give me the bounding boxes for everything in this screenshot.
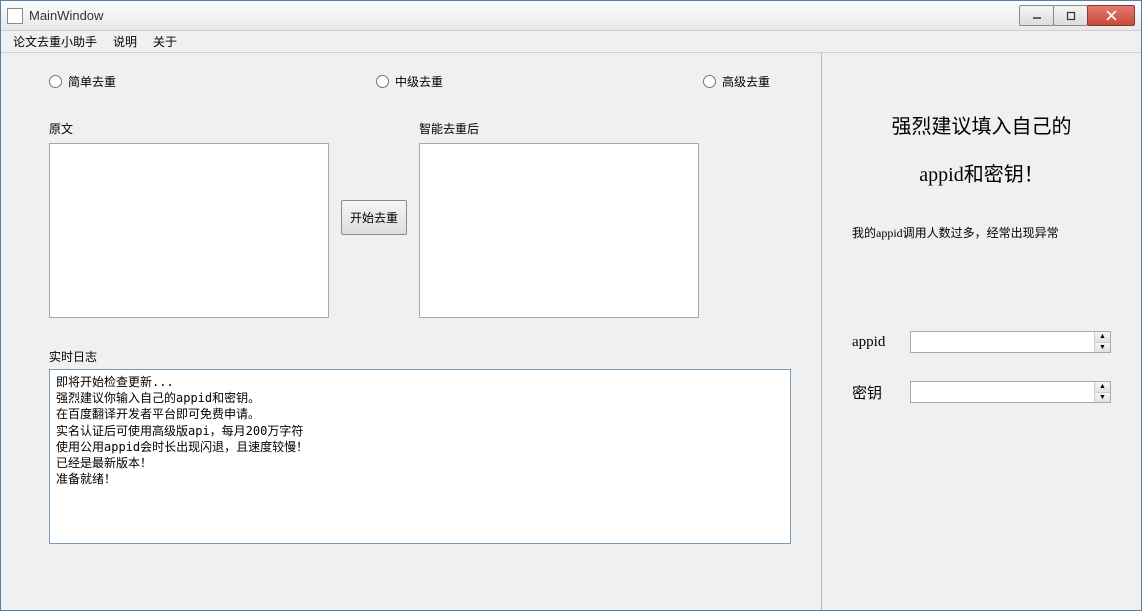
start-button[interactable]: 开始去重 [341,200,407,235]
secret-input[interactable] [911,382,1094,402]
log-label: 实时日志 [49,348,791,365]
secret-spinbox[interactable]: ▲ ▼ [910,381,1111,403]
radio-advanced-input[interactable] [703,75,716,88]
result-column: 智能去重后 [419,120,699,318]
menu-assistant[interactable]: 论文去重小助手 [5,31,105,52]
io-row: 原文 开始去重 智能去重后 [49,120,791,318]
result-textarea[interactable] [419,143,699,318]
radio-medium[interactable]: 中级去重 [376,73,443,90]
radio-simple[interactable]: 简单去重 [49,73,116,90]
secret-label: 密钥 [852,382,900,403]
left-panel: 简单去重 中级去重 高级去重 原文 开始去重 [1,53,821,610]
secret-spin-arrows: ▲ ▼ [1094,382,1110,402]
appid-label: appid [852,334,900,351]
radio-simple-label: 简单去重 [68,73,116,90]
menubar: 论文去重小助手 说明 关于 [1,31,1141,53]
appid-spinbox[interactable]: ▲ ▼ [910,331,1111,353]
original-column: 原文 [49,120,329,318]
mode-radio-row: 简单去重 中级去重 高级去重 [49,73,791,90]
menu-about[interactable]: 关于 [145,31,185,52]
start-column: 开始去重 [341,120,407,315]
original-textarea[interactable] [49,143,329,318]
secret-step-up[interactable]: ▲ [1095,382,1110,393]
appid-step-up[interactable]: ▲ [1095,332,1110,343]
appid-row: appid ▲ ▼ [852,331,1111,353]
main-window: MainWindow 论文去重小助手 说明 关于 简单去重 [0,0,1142,611]
close-button[interactable] [1087,5,1135,26]
radio-advanced-label: 高级去重 [722,73,770,90]
advice-heading: 强烈建议填入自己的 appid和密钥！ [852,103,1111,199]
radio-medium-label: 中级去重 [395,73,443,90]
app-icon [7,8,23,24]
radio-medium-input[interactable] [376,75,389,88]
advice-line2: appid和密钥！ [919,164,1043,186]
original-label: 原文 [49,120,329,137]
advice-line1: 强烈建议填入自己的 [892,116,1072,138]
secret-step-down[interactable]: ▼ [1095,393,1110,403]
maximize-button[interactable] [1053,5,1088,26]
menu-help[interactable]: 说明 [105,31,145,52]
appid-spin-arrows: ▲ ▼ [1094,332,1110,352]
titlebar: MainWindow [1,1,1141,31]
radio-simple-input[interactable] [49,75,62,88]
content-area: 简单去重 中级去重 高级去重 原文 开始去重 [1,53,1141,610]
window-controls [1020,5,1135,26]
log-textarea[interactable]: 即将开始检查更新... 强烈建议你输入自己的appid和密钥。 在百度翻译开发者… [49,369,791,544]
appid-step-down[interactable]: ▼ [1095,343,1110,353]
radio-advanced[interactable]: 高级去重 [703,73,770,90]
minimize-button[interactable] [1019,5,1054,26]
appid-input[interactable] [911,332,1094,352]
window-title: MainWindow [29,8,1020,23]
right-panel: 强烈建议填入自己的 appid和密钥！ 我的appid调用人数过多，经常出现异常… [821,53,1141,610]
result-label: 智能去重后 [419,120,699,137]
secret-row: 密钥 ▲ ▼ [852,381,1111,403]
advice-note: 我的appid调用人数过多，经常出现异常 [852,224,1111,241]
